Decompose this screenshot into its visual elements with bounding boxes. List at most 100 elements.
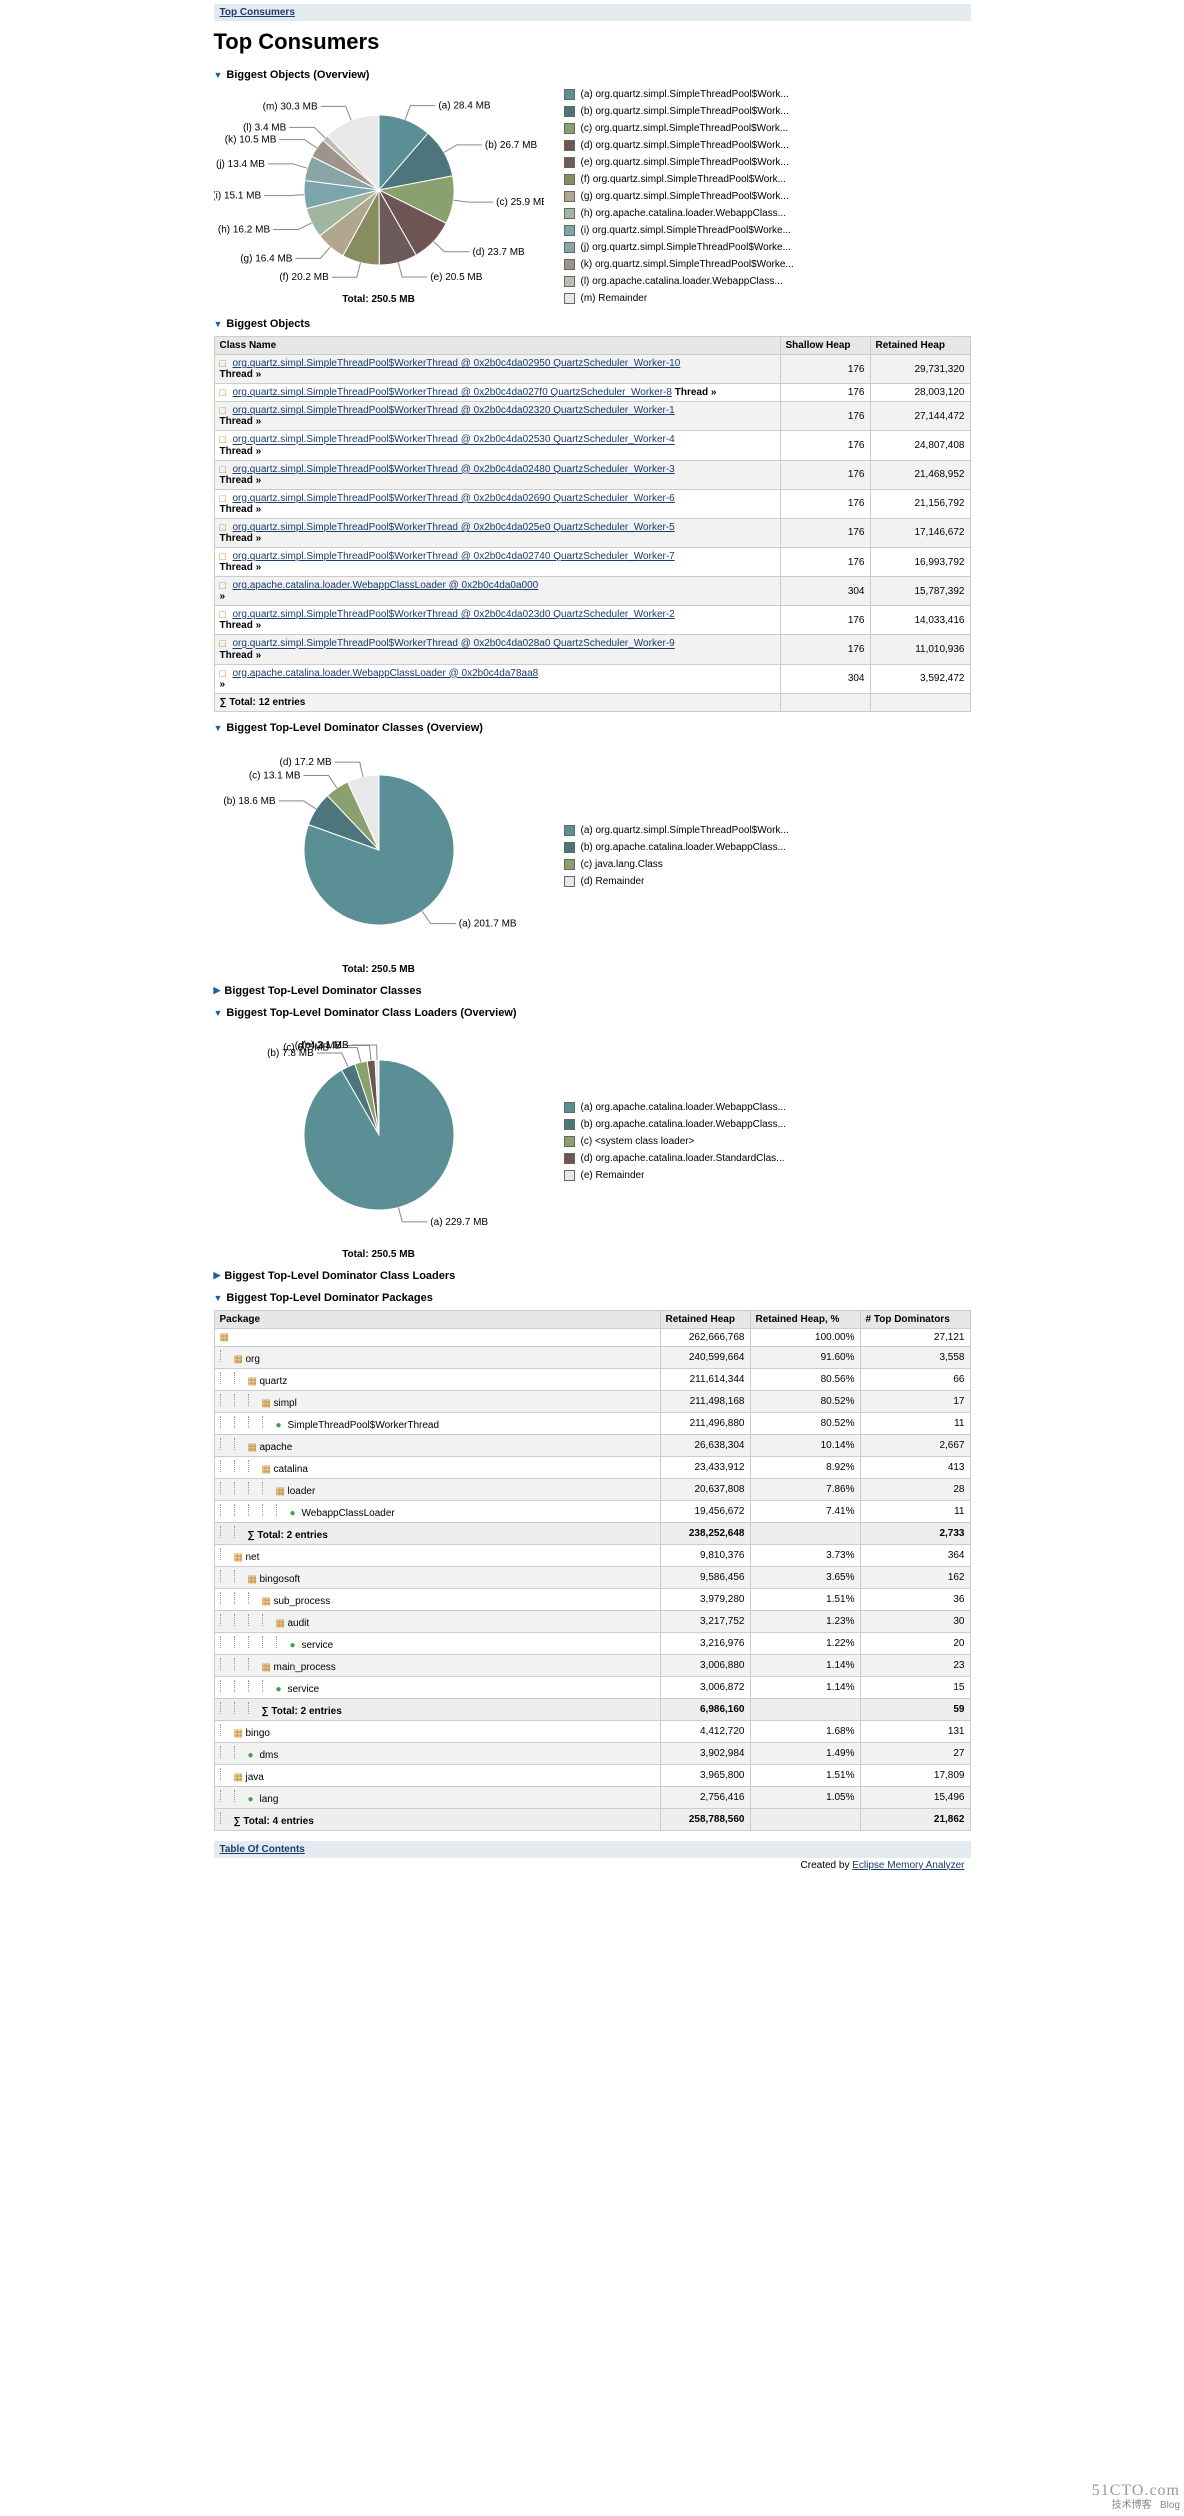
legend-item: (b) org.apache.catalina.loader.WebappCla… [564,1117,787,1132]
cell-retained-pct: 1.49% [750,1742,860,1764]
cell-shallow-heap: 304 [780,577,870,606]
cell-retained-pct: 3.73% [750,1544,860,1566]
cell-top-dominators: 36 [860,1588,970,1610]
pie-total-label: Total: 250.5 MB [214,964,544,975]
col-top-dominators: # Top Dominators [860,1310,970,1328]
object-link[interactable]: org.quartz.simpl.SimpleThreadPool$Worker… [233,464,675,475]
cell-shallow-heap: 176 [780,635,870,664]
svg-text:(f) 20.2 MB: (f) 20.2 MB [279,272,329,283]
cell-top-dominators: 11 [860,1412,970,1434]
legend-label: (j) org.quartz.simpl.SimpleThreadPool$Wo… [581,240,791,255]
legend-swatch [564,842,575,853]
cell-shallow-heap: 176 [780,606,870,635]
col-retained-heap: Retained Heap [870,337,970,355]
object-icon [220,580,231,591]
cell-retained-heap: 240,599,664 [660,1346,750,1368]
section-biggest-objects-overview[interactable]: ▼ Biggest Objects (Overview) [214,69,971,81]
footer-bar: Table Of Contents [214,1841,971,1858]
cell-retained-heap: 3,965,800 [660,1764,750,1786]
table-row: ∑ Total: 2 entries6,986,16059 [214,1698,970,1720]
legend-label: (c) java.lang.Class [581,857,663,872]
cell-shallow-heap: 176 [780,384,870,402]
object-link[interactable]: org.quartz.simpl.SimpleThreadPool$Worker… [233,639,675,650]
svg-text:(i) 15.1 MB: (i) 15.1 MB [214,191,261,202]
object-icon [220,387,231,398]
legend-swatch [564,276,575,287]
table-row: ∑ Total: 2 entries238,252,6482,733 [214,1522,970,1544]
cell-retained-heap: 20,637,808 [660,1478,750,1500]
object-link[interactable]: org.apache.catalina.loader.WebappClassLo… [233,580,539,591]
svg-text:(c) 13.1 MB: (c) 13.1 MB [248,770,300,781]
cell-retained-pct [750,1808,860,1830]
object-icon [220,638,231,649]
class-icon [276,1684,286,1694]
object-link[interactable]: org.quartz.simpl.SimpleThreadPool$Worker… [233,522,675,533]
collapse-icon: ▼ [214,1293,223,1303]
legend-item: (m) Remainder [564,291,794,306]
tool-link[interactable]: Eclipse Memory Analyzer [852,1860,964,1871]
pie-legend-dom-classes: (a) org.quartz.simpl.SimpleThreadPool$Wo… [564,823,789,891]
cell-package: sub_process [214,1588,660,1610]
legend-label: (a) org.quartz.simpl.SimpleThreadPool$Wo… [581,87,789,102]
section-dom-classes[interactable]: ▶ Biggest Top-Level Dominator Classes [214,985,971,997]
legend-item: (d) Remainder [564,874,789,889]
legend-item: (c) java.lang.Class [564,857,789,872]
object-link[interactable]: org.quartz.simpl.SimpleThreadPool$Worker… [233,435,675,446]
cell-package: dms [214,1742,660,1764]
class-icon [248,1794,258,1804]
cell-shallow-heap: 176 [780,460,870,489]
cell-shallow-heap: 176 [780,355,870,384]
col-retained-heap-pct: Retained Heap, % [750,1310,860,1328]
cell-retained-heap: 16,993,792 [870,547,970,576]
collapse-icon: ▼ [214,1008,223,1018]
cell-top-dominators: 59 [860,1698,970,1720]
cell-top-dominators: 30 [860,1610,970,1632]
object-link[interactable]: org.quartz.simpl.SimpleThreadPool$Worker… [233,493,675,504]
cell-retained-pct: 100.00% [750,1328,860,1346]
cell-class-name: org.quartz.simpl.SimpleThreadPool$Worker… [214,489,780,518]
cell-retained-pct: 1.23% [750,1610,860,1632]
pie-legend-biggest-objects: (a) org.quartz.simpl.SimpleThreadPool$Wo… [564,87,794,308]
object-link[interactable]: org.quartz.simpl.SimpleThreadPool$Worker… [233,387,672,398]
table-row: dms3,902,9841.49%27 [214,1742,970,1764]
class-icon [248,1750,258,1760]
cell-retained-pct: 8.92% [750,1456,860,1478]
cell-top-dominators: 15 [860,1676,970,1698]
section-biggest-objects[interactable]: ▼ Biggest Objects [214,318,971,330]
section-dom-classloaders[interactable]: ▶ Biggest Top-Level Dominator Class Load… [214,1270,971,1282]
svg-text:(h) 16.2 MB: (h) 16.2 MB [217,224,270,235]
cell-top-dominators: 11 [860,1500,970,1522]
legend-item: (c) <system class loader> [564,1134,787,1149]
toc-link[interactable]: Table Of Contents [220,1844,305,1855]
cell-package: ∑ Total: 2 entries [214,1522,660,1544]
cell-top-dominators: 15,496 [860,1786,970,1808]
object-icon [220,405,231,416]
cell-retained-heap: 2,756,416 [660,1786,750,1808]
cell-retained-heap: 6,986,160 [660,1698,750,1720]
table-row: SimpleThreadPool$WorkerThread211,496,880… [214,1412,970,1434]
object-link[interactable]: org.quartz.simpl.SimpleThreadPool$Worker… [233,609,675,620]
cell-retained-pct: 91.60% [750,1346,860,1368]
legend-label: (b) org.apache.catalina.loader.WebappCla… [581,840,787,855]
object-icon [220,551,231,562]
section-dom-classes-overview[interactable]: ▼ Biggest Top-Level Dominator Classes (O… [214,722,971,734]
object-link[interactable]: org.quartz.simpl.SimpleThreadPool$Worker… [233,551,675,562]
cell-retained-heap: 3,902,984 [660,1742,750,1764]
cell-package: audit [214,1610,660,1632]
table-row: lang2,756,4161.05%15,496 [214,1786,970,1808]
section-dom-packages[interactable]: ▼ Biggest Top-Level Dominator Packages [214,1292,971,1304]
object-link[interactable]: org.quartz.simpl.SimpleThreadPool$Worker… [233,358,681,369]
top-consumers-link[interactable]: Top Consumers [220,7,295,18]
cell-retained-heap: 211,614,344 [660,1368,750,1390]
table-row: org.quartz.simpl.SimpleThreadPool$Worker… [214,518,970,547]
section-dom-classloaders-overview[interactable]: ▼ Biggest Top-Level Dominator Class Load… [214,1007,971,1019]
object-link[interactable]: org.apache.catalina.loader.WebappClassLo… [233,668,539,679]
legend-swatch [564,89,575,100]
cell-package: catalina [214,1456,660,1478]
table-row: org.quartz.simpl.SimpleThreadPool$Worker… [214,489,970,518]
cell-package: main_process [214,1654,660,1676]
object-link[interactable]: org.quartz.simpl.SimpleThreadPool$Worker… [233,405,675,416]
table-row: WebappClassLoader19,456,6727.41%11 [214,1500,970,1522]
cell-shallow-heap: 176 [780,431,870,460]
legend-item: (a) org.apache.catalina.loader.WebappCla… [564,1100,787,1115]
